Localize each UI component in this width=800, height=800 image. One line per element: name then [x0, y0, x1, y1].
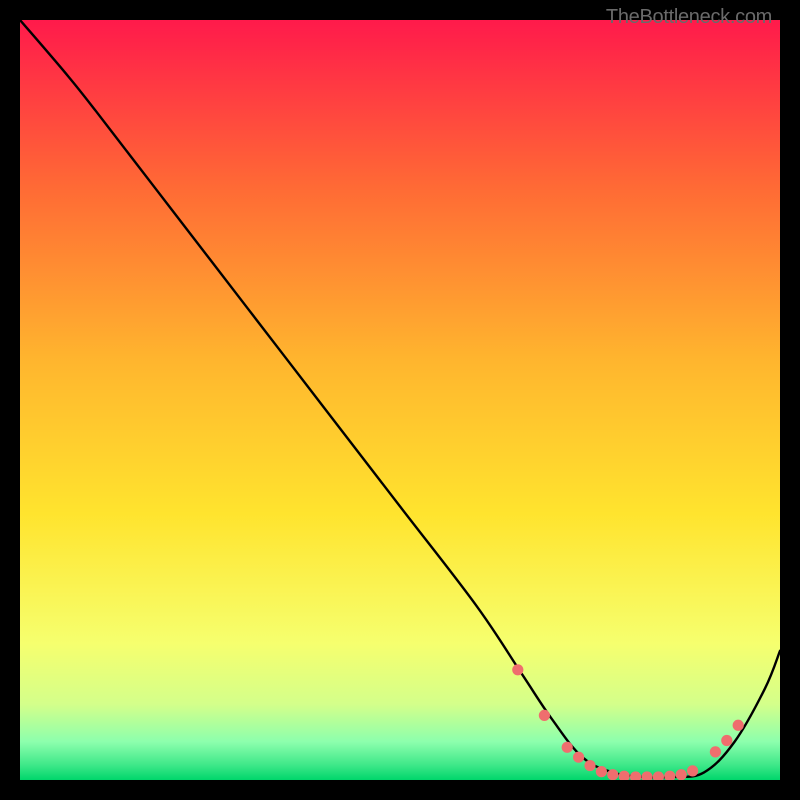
highlight-dot — [584, 760, 595, 771]
highlight-dot — [596, 766, 607, 777]
highlight-dot — [562, 742, 573, 753]
highlight-dot — [676, 769, 687, 780]
gradient-background — [20, 20, 780, 780]
highlight-dot — [607, 769, 618, 780]
highlight-dot — [721, 735, 732, 746]
highlight-dot — [539, 710, 550, 721]
chart-svg — [20, 20, 780, 780]
chart-container: TheBottleneck.com — [0, 0, 800, 800]
attribution-watermark: TheBottleneck.com — [606, 6, 772, 29]
highlight-dot — [512, 664, 523, 675]
highlight-dot — [710, 746, 721, 757]
highlight-dot — [573, 752, 584, 763]
highlight-dot — [733, 720, 744, 731]
highlight-dot — [687, 765, 698, 776]
plot-area — [20, 20, 780, 780]
